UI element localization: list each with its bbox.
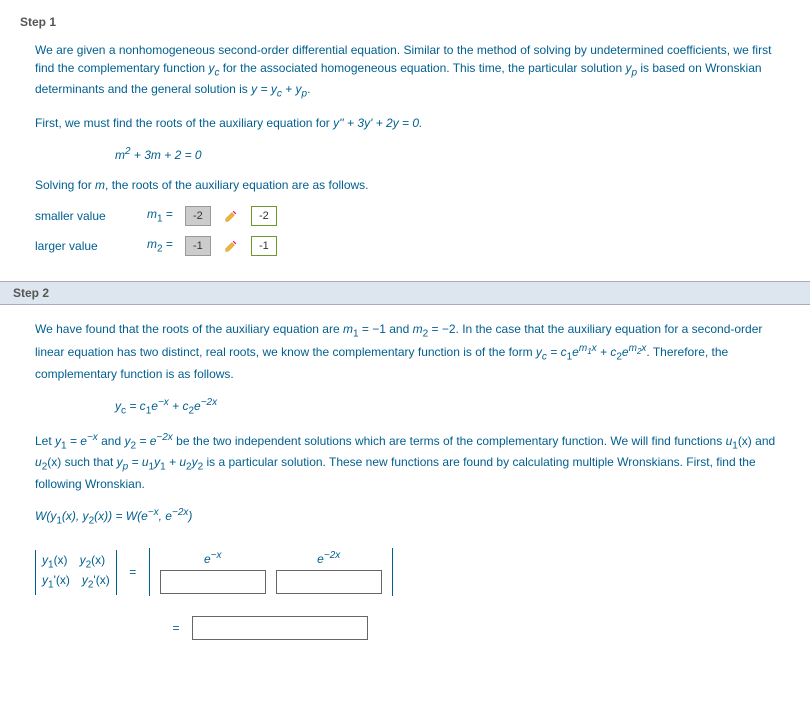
aux-equation: m2 + 3m + 2 = 0 bbox=[115, 144, 790, 164]
edit-icon[interactable] bbox=[223, 238, 239, 254]
step1-para2: First, we must find the roots of the aux… bbox=[35, 114, 790, 132]
larger-label: larger value bbox=[35, 239, 135, 253]
step1-para3: Solving for m, the roots of the auxiliar… bbox=[35, 176, 790, 194]
step2-body: We have found that the roots of the auxi… bbox=[35, 320, 790, 640]
step1-header: Step 1 bbox=[20, 15, 790, 29]
wronskian-row1: y1(x) y2(x) y1'(x) y2'(x) = e−x e−2x bbox=[35, 548, 790, 596]
step2-para1: We have found that the roots of the auxi… bbox=[35, 320, 790, 383]
m1-answer[interactable]: -2 bbox=[185, 206, 211, 226]
edit-icon[interactable] bbox=[223, 208, 239, 224]
smaller-label: smaller value bbox=[35, 209, 135, 223]
wronskian-result-input[interactable] bbox=[192, 616, 368, 640]
step2-para2: Let y1 = e−x and y2 = e−2x be the two in… bbox=[35, 430, 790, 493]
col2-header: e−2x bbox=[279, 550, 379, 566]
det-r1c2: y2(x) bbox=[80, 552, 106, 572]
det-input-r2c2[interactable] bbox=[276, 570, 382, 594]
wronskian-row2: = bbox=[170, 616, 790, 640]
det-r2c1: y1'(x) bbox=[42, 572, 70, 592]
yc-equation: yc = c1e−x + c2e−2x bbox=[115, 395, 790, 418]
wronskian-def: W(y1(x), y2(x)) = W(e−x, e−2x) bbox=[35, 505, 790, 528]
det-col2: e−2x bbox=[276, 550, 382, 594]
determinant-symbolic: y1(x) y2(x) y1'(x) y2'(x) bbox=[35, 550, 117, 595]
det-input-r2c1[interactable] bbox=[160, 570, 266, 594]
m2-answer[interactable]: -1 bbox=[185, 236, 211, 256]
m1-var: m1 = bbox=[147, 207, 173, 224]
smaller-value-row: smaller value m1 = -2 -2 bbox=[35, 206, 790, 226]
equals-sign: = bbox=[127, 565, 139, 579]
m1-hint[interactable]: -2 bbox=[251, 206, 277, 226]
col1-header: e−x bbox=[163, 550, 263, 566]
larger-value-row: larger value m2 = -1 -1 bbox=[35, 236, 790, 256]
equals-sign: = bbox=[170, 621, 182, 635]
det-right-bar bbox=[392, 548, 393, 596]
m2-var: m2 = bbox=[147, 237, 173, 254]
det-r1c1: y1(x) bbox=[42, 552, 68, 572]
step2-header: Step 2 bbox=[0, 281, 810, 305]
step1-para1: We are given a nonhomogeneous second-ord… bbox=[35, 41, 790, 102]
step1-body: We are given a nonhomogeneous second-ord… bbox=[35, 41, 790, 256]
det-col1: e−x bbox=[160, 550, 266, 594]
det-r2c2: y2'(x) bbox=[82, 572, 110, 592]
m2-hint[interactable]: -1 bbox=[251, 236, 277, 256]
det-left-bar bbox=[149, 548, 150, 596]
